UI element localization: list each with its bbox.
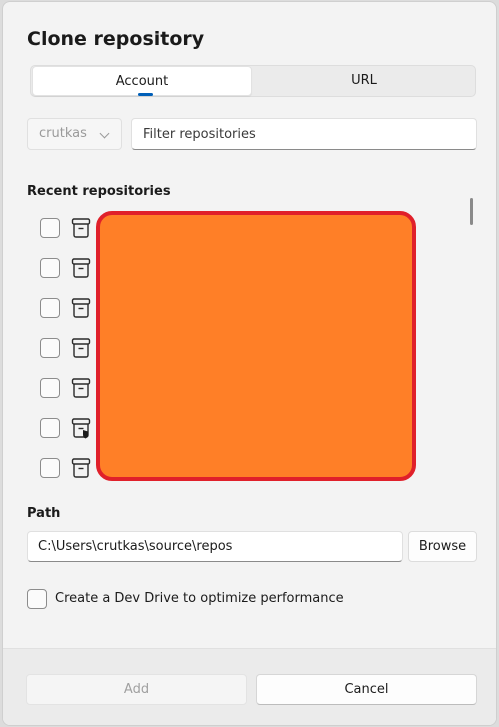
path-label: Path (27, 506, 61, 521)
account-dropdown[interactable]: crutkas (27, 118, 122, 150)
repository-checkbox[interactable] (40, 258, 60, 278)
repository-icon (71, 298, 91, 318)
repository-icon (71, 378, 91, 398)
tab-url-label: URL (351, 73, 377, 88)
account-dropdown-value: crutkas (39, 126, 87, 141)
repository-icon (71, 258, 91, 278)
add-button[interactable]: Add (26, 674, 247, 705)
dialog-footer: Add Cancel (3, 648, 496, 725)
repository-checkbox[interactable] (40, 458, 60, 478)
source-segmented-control: Account URL (30, 65, 476, 97)
browse-button[interactable]: Browse (408, 531, 477, 562)
private-repository-icon (71, 418, 91, 439)
repository-icon (71, 218, 91, 238)
dev-drive-label: Create a Dev Drive to optimize performan… (55, 591, 344, 606)
repository-icon (71, 458, 91, 478)
repository-checkbox[interactable] (40, 378, 60, 398)
clone-repository-dialog: Clone repository Account URL crutkas Rec… (2, 1, 497, 726)
repository-checkbox[interactable] (40, 218, 60, 238)
filter-repositories-input[interactable] (131, 118, 477, 150)
tab-url[interactable]: URL (252, 66, 476, 96)
redaction-overlay (96, 211, 416, 481)
repository-checkbox[interactable] (40, 338, 60, 358)
repository-checkbox[interactable] (40, 418, 60, 438)
recent-repositories-label: Recent repositories (27, 184, 171, 199)
repository-checkbox[interactable] (40, 298, 60, 318)
path-input[interactable] (27, 531, 403, 562)
dev-drive-checkbox[interactable] (27, 589, 47, 609)
repository-icon (71, 338, 91, 358)
selected-tab-indicator (138, 93, 153, 96)
tab-account-label: Account (115, 74, 169, 89)
chevron-down-icon (99, 128, 110, 139)
dialog-title: Clone repository (27, 28, 205, 50)
tab-account[interactable]: Account (32, 66, 252, 96)
cancel-button[interactable]: Cancel (256, 674, 477, 705)
repository-list-scrollbar[interactable] (470, 198, 473, 225)
